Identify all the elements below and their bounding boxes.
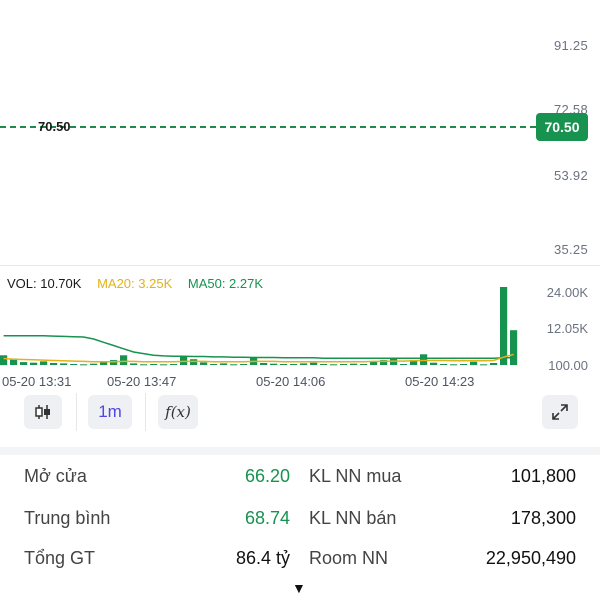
volume-bar [90,363,98,365]
open-price-value: 66.20 [244,466,290,486]
volume-bar [270,363,278,365]
time-axis-label: 05-20 13:47 [107,374,177,389]
volume-bar [140,364,148,366]
volume-axis-tick: 100.00 [548,358,588,373]
volume-bar [280,364,288,365]
foreign-buy-label: KL NN mua [309,466,402,486]
foreign-room-value: 22,950,490 [485,548,576,568]
volume-bar [20,362,28,365]
open-price-label: Mở cửa [24,466,87,486]
ma50-line [3,335,514,359]
expand-icon [552,404,568,420]
volume-bar [320,364,328,365]
volume-bar [130,363,138,365]
time-axis-label: 05-20 14:06 [256,374,326,389]
current-price-left-label: 70.50 [38,119,71,134]
volume-bar [180,355,188,365]
volume-bar [500,287,508,365]
volume-bar [0,355,8,366]
volume-bar [30,362,38,365]
volume-bar [330,364,338,366]
volume-bar [300,363,308,365]
volume-bar [220,363,228,365]
volume-bar [260,363,268,365]
volume-bar [240,364,248,365]
foreign-buy-value: 101,800 [510,466,576,486]
volume-bar [70,364,78,365]
volume-bar [160,364,168,366]
price-chart-panel[interactable]: 91.25 72.58 53.92 35.25 70.50 70.50 [0,0,600,265]
price-axis-tick: 35.25 [553,242,588,257]
average-price-value: 68.74 [244,508,290,528]
volume-bar [420,354,428,365]
volume-bar [150,364,158,365]
current-price-tag: 70.50 [536,113,588,141]
volume-bar [460,364,468,365]
volume-bar [350,363,358,365]
volume-bar [50,363,58,365]
volume-bar [60,363,68,365]
toolbar-separator [145,393,146,431]
volume-bar [230,364,238,366]
candlestick-icon [35,405,50,419]
volume-bar [510,330,518,365]
volume-bar [490,363,498,365]
toolbar-separator [76,393,77,431]
price-axis-tick: 91.25 [553,38,588,53]
volume-bar [170,364,178,365]
foreign-sell-label: KL NN bán [309,508,397,528]
foreign-room-label: Room NN [309,548,389,568]
volume-axis-tick: 24.00K [546,285,588,300]
volume-bar [310,362,318,365]
volume-bar [400,364,408,365]
interval-button[interactable]: 1m [88,395,132,429]
indicator-function-button[interactable]: f(x) [158,395,198,429]
expand-more-arrow[interactable]: ▼ [292,580,306,596]
volume-bar [450,364,458,366]
time-axis-label: 05-20 13:31 [2,374,72,389]
average-price-label: Trung bình [24,508,111,528]
volume-bar [480,364,488,366]
volume-bar [440,364,448,365]
volume-bar [40,361,48,365]
volume-bar [340,364,348,365]
volume-bar [120,355,128,366]
volume-chart[interactable] [0,285,530,368]
total-value-label: Tổng GT [24,548,96,568]
price-axis-tick: 53.92 [553,168,588,183]
volume-bar [290,364,298,365]
volume-bar [430,362,438,365]
section-divider [0,447,600,455]
volume-bar [360,364,368,365]
total-value-value: 86.4 tỷ [235,548,290,568]
current-price-line [0,126,536,128]
time-axis-label: 05-20 14:23 [405,374,475,389]
volume-axis-tick: 12.05K [546,321,588,336]
expand-chart-button[interactable] [542,395,578,429]
volume-bar [200,362,208,365]
panel-divider [0,265,600,266]
candlestick-toggle-button[interactable] [24,395,62,429]
volume-bar [210,364,218,365]
volume-bar [80,364,88,366]
volume-bar [470,361,478,366]
foreign-sell-value: 178,300 [510,508,576,528]
